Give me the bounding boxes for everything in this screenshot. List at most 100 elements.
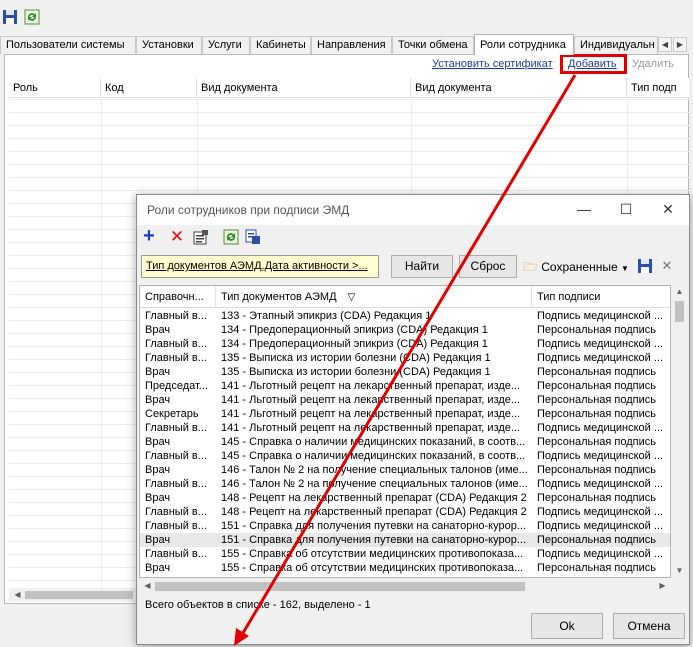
scroll-left-icon[interactable]: ◀ [9,588,26,602]
table-cell: Председат... [145,380,208,392]
employee-roles-dialog: Роли сотрудников при подписи ЭМД — ☐ ✕ +… [136,194,690,645]
table-cell: 141 - Льготный рецепт на лекарственный п… [221,408,521,420]
maximize-icon[interactable]: ☐ [605,195,647,225]
refresh-icon[interactable] [24,9,40,25]
properties-icon[interactable] [193,229,209,245]
table-row[interactable]: Главный в... 145 - Справка о наличии меди… [140,449,670,463]
column-code[interactable]: Код [101,78,197,98]
table-row[interactable]: Врач 148 - Рецепт на лекарственный препар… [140,491,670,505]
refresh-icon[interactable] [223,229,239,245]
minimize-icon[interactable]: — [563,195,605,225]
export-icon[interactable] [245,229,261,245]
table-cell: Подпись медицинской ... [537,422,664,434]
filter-expression[interactable]: Тип документов АЭМД.Дата активности >... [141,255,379,278]
table-row[interactable]: Главный в... 135 - Выписка из истории бол… [140,351,670,365]
status-bar-text: Всего объектов в списке - 162, выделено … [145,599,371,611]
table-cell: Главный в... [145,520,207,532]
tab-employee-roles[interactable]: Роли сотрудника [474,34,574,55]
table-cell: Подпись медицинской ... [537,338,664,350]
table-row[interactable]: Врач 146 - Талон № 2 на получение специал… [140,463,670,477]
table-cell: 145 - Справка о наличии медицинских пока… [221,450,526,462]
tab-settings[interactable]: Установки [136,36,202,54]
clear-filter-icon[interactable]: ✕ [659,258,675,274]
add-icon[interactable]: + [141,226,157,246]
table-cell: 146 - Талон № 2 на получение специальных… [221,478,528,490]
tab-scroll-left-icon[interactable]: ◀ [658,37,672,52]
scroll-up-icon[interactable]: ▲ [671,285,688,299]
table-row[interactable]: Главный в... 148 - Рецепт на лекарственны… [140,505,670,519]
table-row[interactable]: Главный в... 151 - Справка для получения … [140,519,670,533]
table-cell: Персональная подпись [537,380,657,392]
table-cell: 145 - Справка о наличии медицинских пока… [221,436,526,448]
scrollbar-thumb[interactable] [155,582,525,591]
scroll-down-icon[interactable]: ▼ [671,564,688,578]
main-toolbar [0,0,693,34]
table-cell: Главный в... [145,478,207,490]
delete-icon[interactable]: ✕ [169,228,185,245]
install-certificate-link[interactable]: Установить сертификат [432,58,553,70]
table-cell: Персональная подпись [537,492,657,504]
scrollbar-thumb[interactable] [25,591,133,599]
scroll-right-icon[interactable]: ▶ [654,579,671,593]
column-role[interactable]: Роль [9,78,101,98]
table-cell: Врач [145,324,171,336]
cancel-button[interactable]: Отмена [613,613,685,639]
ok-button[interactable]: Ok [531,613,603,639]
close-icon[interactable]: ✕ [647,195,689,225]
table-cell: Персональная подпись [537,464,657,476]
table-row[interactable]: Врач 145 - Справка о наличии медицинских … [140,435,670,449]
tab-services[interactable]: Услуги [202,36,250,54]
grid-column-divider [101,99,102,589]
table-cell: Врач [145,464,171,476]
save-filter-icon[interactable] [637,258,653,274]
table-row[interactable]: Врач 141 - Льготный рецепт на лекарственн… [140,393,670,407]
main-horizontal-scrollbar[interactable]: ◀ [9,588,139,602]
table-cell: Секретарь [145,408,199,420]
table-row[interactable]: Секретарь 141 - Льготный рецепт на лекарс… [140,407,670,421]
table-cell: Подпись медицинской ... [537,478,664,490]
table-row[interactable]: Главный в... 155 - Справка об отсутствии … [140,547,670,561]
tab-exchange-points[interactable]: Точки обмена [392,36,474,54]
chevron-down-icon: ▼ [620,264,629,273]
reset-button[interactable]: Сброс [459,255,517,278]
column-doc-type-2[interactable]: Вид документа [411,78,627,98]
table-row[interactable]: Врач 151 - Справка для получения путевки … [140,533,670,547]
column-reference[interactable]: Справочн... [140,286,216,308]
scroll-left-icon[interactable]: ◀ [139,579,156,593]
table-cell: 133 - Этапный эпикриз (CDA) Редакция 1 [221,310,432,322]
dialog-horizontal-scrollbar[interactable]: ◀ ▶ [139,578,671,594]
table-row[interactable]: Врач 135 - Выписка из истории болезни (CD… [140,365,670,379]
table-row[interactable]: Главный в... 146 - Талон № 2 на получение… [140,477,670,491]
column-sign-type[interactable]: Тип подп [627,78,689,98]
tab-directions[interactable]: Направления [311,36,392,54]
column-sign-type[interactable]: Тип подписи [532,286,670,308]
emd-grid-header: Справочн... Тип документов АЭМД ▽ Тип по… [140,286,670,308]
column-aemd-doc-type[interactable]: Тип документов АЭМД ▽ [216,286,532,308]
table-cell: Врач [145,436,171,448]
tab-scroll-right-icon[interactable]: ▶ [673,37,687,52]
table-cell: Врач [145,492,171,504]
scrollbar-thumb[interactable] [675,301,684,322]
tab-users[interactable]: Пользователи системы [0,36,136,54]
table-cell: Главный в... [145,310,207,322]
tab-strip: Пользователи системы Установки Услуги Ка… [0,34,693,55]
table-row[interactable]: Врач 134 - Предоперационный эпикриз (CDA)… [140,323,670,337]
table-cell: Подпись медицинской ... [537,352,664,364]
table-row[interactable]: Главный в... 134 - Предоперационный эпикр… [140,337,670,351]
table-row[interactable]: Главный в... 141 - Льготный рецепт на лек… [140,421,670,435]
table-row[interactable]: Председат... 141 - Льготный рецепт на лек… [140,379,670,393]
table-cell: 141 - Льготный рецепт на лекарственный п… [221,380,521,392]
tab-rooms[interactable]: Кабинеты [250,36,311,54]
table-row[interactable]: Врач 155 - Справка об отсутствии медицинс… [140,561,670,575]
table-cell: 148 - Рецепт на лекарственный препарат (… [221,492,527,504]
tab-individual[interactable]: Индивидуальн [574,36,658,54]
table-cell: Персональная подпись [537,534,657,546]
column-doc-type-1[interactable]: Вид документа [197,78,411,98]
dialog-vertical-scrollbar[interactable]: ▲ ▼ [671,285,688,578]
sort-descending-icon: ▽ [347,292,356,303]
find-button[interactable]: Найти [391,255,453,278]
save-icon[interactable] [2,9,18,25]
dialog-titlebar[interactable]: Роли сотрудников при подписи ЭМД — ☐ ✕ [137,195,689,225]
table-row[interactable]: Главный в... 133 - Этапный эпикриз (CDA) … [140,309,670,323]
saved-filters-dropdown[interactable]: 🗁 Сохраненные ▼ [523,258,629,279]
